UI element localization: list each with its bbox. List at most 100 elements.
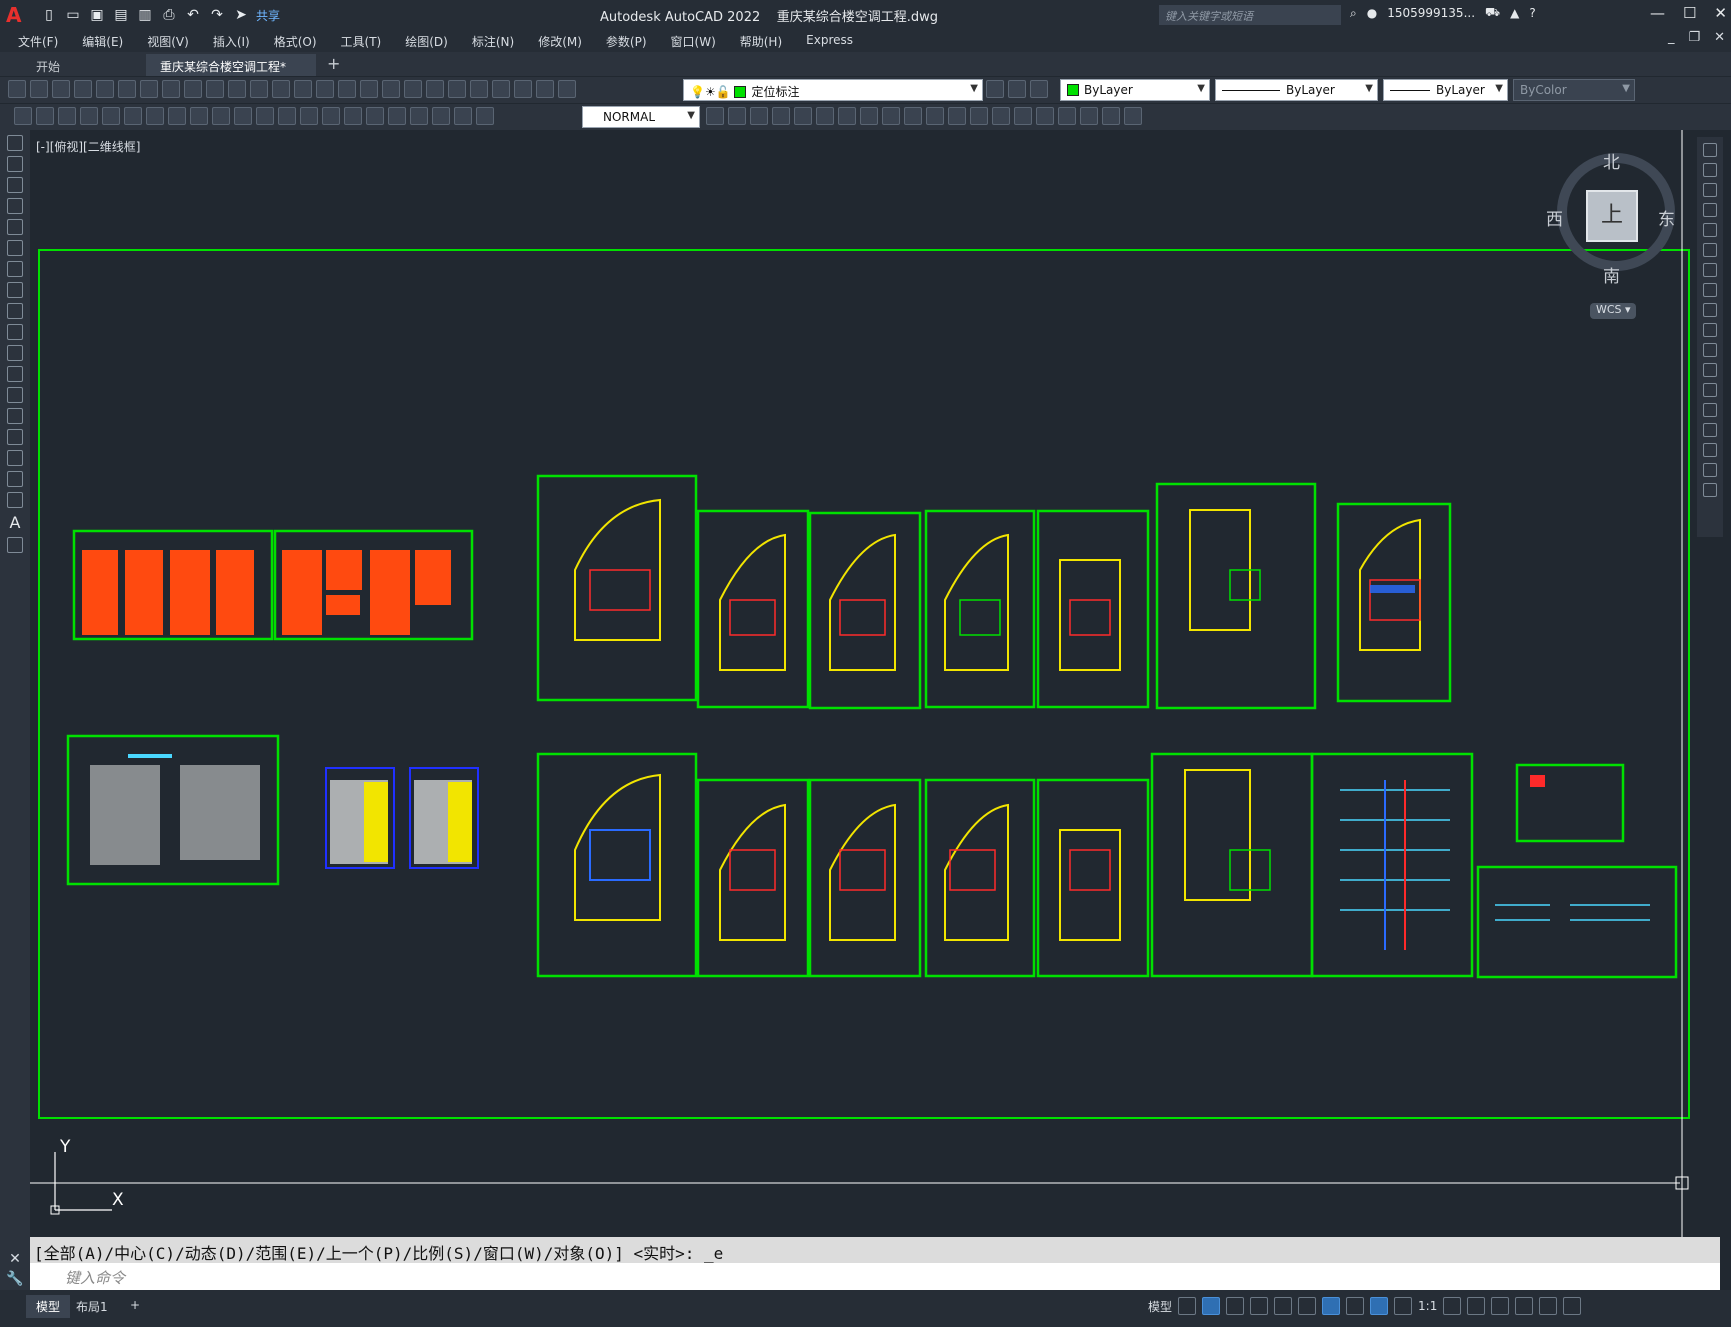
autocad-logo-icon[interactable]: A bbox=[6, 2, 32, 28]
zoom-realtime-icon[interactable] bbox=[338, 80, 356, 98]
menu-insert[interactable]: 插入(I) bbox=[213, 30, 262, 52]
annotation-scale[interactable]: 1:1 bbox=[1418, 1299, 1437, 1313]
polyline-icon[interactable] bbox=[7, 177, 23, 193]
tool-palettes-icon[interactable] bbox=[448, 80, 466, 98]
measure-icon[interactable] bbox=[970, 107, 988, 125]
baseline-icon[interactable] bbox=[278, 107, 296, 125]
viewport-label[interactable]: [-][俯视][二维线框] bbox=[36, 138, 140, 155]
menu-window[interactable]: 窗口(W) bbox=[671, 30, 728, 52]
compass-south[interactable]: 南 bbox=[1603, 262, 1620, 287]
dim-update-icon[interactable] bbox=[476, 107, 494, 125]
compass-west[interactable]: 西 bbox=[1546, 205, 1563, 230]
grid-icon[interactable] bbox=[1178, 1297, 1197, 1315]
share-button[interactable]: 共享 bbox=[256, 7, 280, 24]
table-icon[interactable] bbox=[7, 492, 23, 508]
block-editor-icon[interactable] bbox=[250, 80, 268, 98]
jogged-icon[interactable] bbox=[190, 107, 208, 125]
erase-icon[interactable] bbox=[1703, 143, 1717, 157]
menu-format[interactable]: 格式(O) bbox=[274, 30, 329, 52]
zoom-window-icon[interactable] bbox=[360, 80, 378, 98]
stretch-icon[interactable] bbox=[1703, 303, 1717, 317]
dim-style-icon[interactable] bbox=[706, 107, 724, 125]
help-icon[interactable] bbox=[536, 80, 554, 98]
menu-express[interactable]: Express bbox=[806, 30, 865, 52]
jogged-linear-icon[interactable] bbox=[432, 107, 450, 125]
tab-start[interactable]: 开始 bbox=[22, 54, 142, 76]
open-web-icon[interactable]: ▥ bbox=[136, 6, 154, 24]
snap-icon[interactable] bbox=[1202, 1297, 1221, 1315]
gradient-icon[interactable] bbox=[7, 450, 23, 466]
user-icon[interactable]: ● bbox=[1367, 6, 1377, 20]
hatch-icon[interactable] bbox=[7, 429, 23, 445]
region-icon[interactable] bbox=[7, 471, 23, 487]
revision-cloud-icon[interactable] bbox=[7, 282, 23, 298]
lineweight-dropdown[interactable]: ByLayer ▼ bbox=[1383, 79, 1508, 101]
color-dropdown[interactable]: ByLayer ▼ bbox=[1060, 79, 1210, 101]
bring-above-icon[interactable] bbox=[772, 107, 790, 125]
move-icon[interactable] bbox=[1703, 243, 1717, 257]
dim-break-icon[interactable] bbox=[344, 107, 362, 125]
explode-icon[interactable] bbox=[1703, 483, 1717, 497]
markup-icon[interactable] bbox=[492, 80, 510, 98]
compass-north[interactable]: 北 bbox=[1603, 148, 1620, 173]
point-icon[interactable] bbox=[7, 408, 23, 424]
user-name[interactable]: 1505999135... bbox=[1387, 6, 1475, 20]
doc-restore-icon[interactable]: ❐ bbox=[1688, 30, 1700, 45]
copy-object-icon[interactable] bbox=[1703, 163, 1717, 177]
save-icon[interactable] bbox=[52, 80, 70, 98]
fullscreen-icon[interactable] bbox=[1539, 1297, 1558, 1315]
publish-icon[interactable] bbox=[118, 80, 136, 98]
id-point-icon[interactable] bbox=[1036, 107, 1054, 125]
blend-curves-icon[interactable] bbox=[1703, 463, 1717, 477]
preview-icon[interactable] bbox=[96, 80, 114, 98]
search-icon[interactable]: ⌕ bbox=[1350, 6, 1357, 21]
scale-icon[interactable] bbox=[1703, 283, 1717, 297]
arc-icon[interactable] bbox=[7, 240, 23, 256]
rotate-icon[interactable] bbox=[1703, 263, 1717, 277]
linetype-dropdown[interactable]: ByLayer ▼ bbox=[1215, 79, 1378, 101]
tab-drawing[interactable]: 重庆某综合楼空调工程* ✕ bbox=[146, 54, 316, 89]
revcloud-icon[interactable] bbox=[1124, 107, 1142, 125]
dim-edit-icon[interactable] bbox=[454, 107, 472, 125]
zoom-previous-icon[interactable] bbox=[382, 80, 400, 98]
object-track-icon[interactable] bbox=[1298, 1297, 1317, 1315]
customize-command-icon[interactable]: 🔧 bbox=[0, 1271, 30, 1287]
plot-icon[interactable] bbox=[74, 80, 92, 98]
menu-parametric[interactable]: 参数(P) bbox=[606, 30, 659, 52]
wipeout-icon[interactable] bbox=[1102, 107, 1120, 125]
extend-icon[interactable] bbox=[1703, 343, 1717, 357]
undo-icon[interactable]: ↶ bbox=[184, 6, 202, 24]
linear-dim-icon[interactable] bbox=[80, 107, 98, 125]
annotation-visibility-icon[interactable] bbox=[1370, 1297, 1389, 1315]
polygon-icon[interactable] bbox=[7, 198, 23, 214]
menu-dimension[interactable]: 标注(N) bbox=[472, 30, 526, 52]
inspect-icon[interactable] bbox=[410, 107, 428, 125]
paste-icon[interactable] bbox=[206, 80, 224, 98]
cut-icon[interactable] bbox=[162, 80, 180, 98]
aligned-dim-icon[interactable] bbox=[102, 107, 120, 125]
menu-file[interactable]: 文件(F) bbox=[18, 30, 70, 52]
plotstyle-dropdown[interactable]: ByColor ▼ bbox=[1513, 79, 1635, 101]
layer-states-icon[interactable] bbox=[1030, 80, 1048, 98]
viewcube-top-face[interactable]: 上 bbox=[1586, 190, 1638, 242]
unisolate-icon[interactable] bbox=[948, 107, 966, 125]
properties-icon[interactable] bbox=[404, 80, 422, 98]
make-current-layer-icon[interactable] bbox=[986, 80, 1004, 98]
chamfer-icon[interactable] bbox=[1703, 423, 1717, 437]
layer-dropdown[interactable]: 💡☀🔓 定位标注 ▼ bbox=[683, 79, 983, 101]
redo-icon[interactable] bbox=[294, 80, 312, 98]
3d-print-icon[interactable] bbox=[140, 80, 158, 98]
textstyle-dropdown[interactable]: NORMAL ▼ bbox=[582, 106, 700, 128]
menu-view[interactable]: 视图(V) bbox=[147, 30, 201, 52]
region-icon[interactable] bbox=[1058, 107, 1076, 125]
command-line-handle[interactable]: ✕ 🔧 bbox=[0, 1237, 30, 1290]
menu-tools[interactable]: 工具(T) bbox=[341, 30, 394, 52]
layer-manager-icon[interactable] bbox=[558, 80, 576, 98]
save-icon[interactable]: ▣ bbox=[88, 6, 106, 24]
circle-icon[interactable] bbox=[7, 261, 23, 277]
hide-icon[interactable] bbox=[926, 107, 944, 125]
draw-order-back-icon[interactable] bbox=[750, 107, 768, 125]
compass-east[interactable]: 东 bbox=[1658, 205, 1675, 230]
construction-line-icon[interactable] bbox=[7, 156, 23, 172]
minimize-icon[interactable]: — bbox=[1650, 4, 1665, 22]
